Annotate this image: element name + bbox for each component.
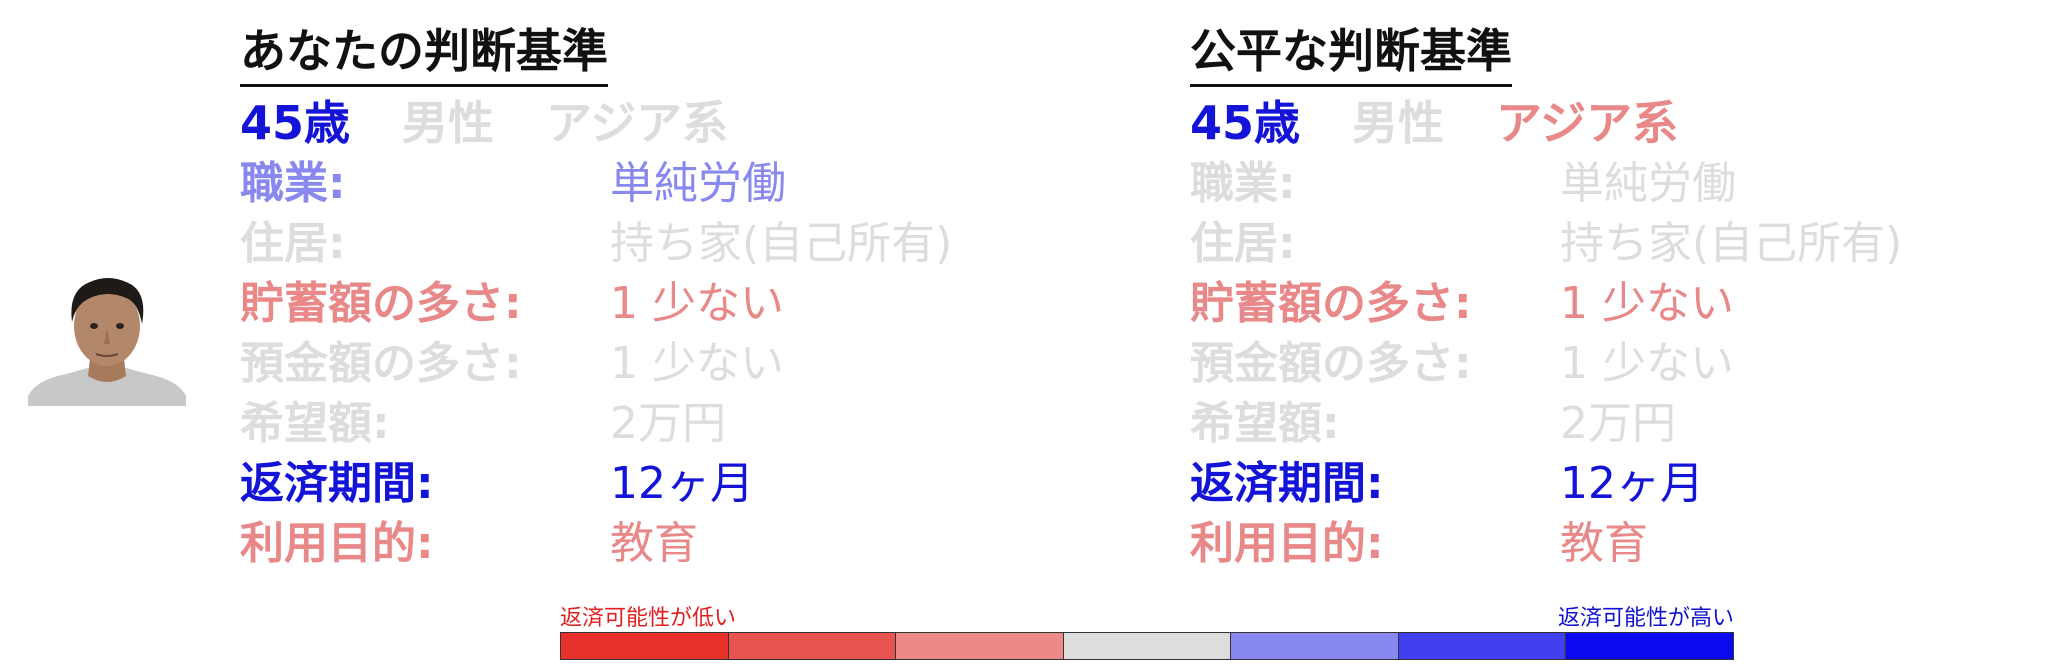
attribute-value: 12ヶ月 — [610, 458, 754, 509]
attribute-value: 単純労働 — [610, 158, 786, 209]
ethnicity-text: アジア系 — [546, 96, 729, 150]
scale-segment-5 — [1231, 633, 1399, 659]
fair-criteria-panel: 公平な判断基準 45歳 男性 アジア系 職業: 単純労働 住居: 持ち家(自己所… — [1190, 20, 1902, 569]
attribute-row-requested-amount: 希望額: 2万円 — [1190, 389, 1902, 449]
attribute-row-repayment-period: 返済期間: 12ヶ月 — [1190, 449, 1902, 509]
attribute-label: 利用目的: — [240, 518, 434, 569]
attribute-value: 持ち家(自己所有) — [1560, 218, 1903, 269]
attribute-row-savings: 貯蓄額の多さ: 1 少ない — [1190, 269, 1902, 329]
panel-title: 公平な判断基準 — [1190, 20, 1512, 87]
scale-high-label: 返済可能性が高い — [1557, 606, 1734, 631]
attribute-label: 利用目的: — [1190, 518, 1384, 569]
scale-segment-7 — [1566, 633, 1734, 659]
person-photo-icon — [28, 278, 186, 406]
attribute-row-repayment-period: 返済期間: 12ヶ月 — [240, 449, 952, 509]
attribute-value: 1 少ない — [1560, 338, 1734, 389]
panel-title: あなたの判断基準 — [240, 20, 608, 87]
age-text: 45歳 — [1190, 96, 1301, 150]
scale-segment-2 — [728, 633, 897, 659]
attribute-value: 単純労働 — [1560, 158, 1736, 209]
attribute-value: 2万円 — [1560, 398, 1676, 449]
attribute-value: 1 少ない — [610, 338, 784, 389]
attribute-row-savings: 貯蓄額の多さ: 1 少ない — [240, 269, 952, 329]
attribute-row-housing: 住居: 持ち家(自己所有) — [1190, 209, 1902, 269]
attribute-list: 職業: 単純労働 住居: 持ち家(自己所有) 貯蓄額の多さ: 1 少ない 預金額… — [240, 149, 952, 569]
attribute-value: 持ち家(自己所有) — [610, 218, 953, 269]
attribute-value: 教育 — [610, 518, 698, 569]
attribute-label: 希望額: — [1190, 398, 1340, 449]
attribute-value: 1 少ない — [610, 278, 784, 329]
attribute-label: 返済期間: — [240, 458, 434, 509]
repayment-likelihood-scale: 返済可能性が低い 返済可能性が高い — [560, 600, 1734, 660]
ethnicity-text: アジア系 — [1496, 96, 1679, 150]
attribute-row-housing: 住居: 持ち家(自己所有) — [240, 209, 952, 269]
attribute-label: 貯蓄額の多さ: — [1190, 278, 1472, 329]
attribute-row-purpose: 利用目的: 教育 — [1190, 509, 1902, 569]
scale-low-label: 返済可能性が低い — [560, 606, 737, 631]
attribute-value: 教育 — [1560, 518, 1648, 569]
scale-segment-3 — [896, 633, 1064, 659]
attribute-row-requested-amount: 希望額: 2万円 — [240, 389, 952, 449]
demographics-row: 45歳 男性 アジア系 — [1190, 91, 1902, 150]
attribute-label: 職業: — [1190, 158, 1296, 209]
attribute-label: 預金額の多さ: — [240, 338, 522, 389]
attribute-row-occupation: 職業: 単純労働 — [240, 149, 952, 209]
your-criteria-panel: あなたの判断基準 45歳 男性 アジア系 職業: 単純労働 住居: 持ち家(自己… — [240, 20, 952, 569]
attribute-row-purpose: 利用目的: 教育 — [240, 509, 952, 569]
attribute-label: 希望額: — [240, 398, 390, 449]
color-scale-bar — [560, 632, 1734, 660]
scale-segment-6 — [1398, 633, 1567, 659]
attribute-label: 職業: — [240, 158, 346, 209]
attribute-label: 返済期間: — [1190, 458, 1384, 509]
scale-segment-1 — [561, 633, 729, 659]
gender-text: 男性 — [1352, 96, 1445, 150]
attribute-row-deposits: 預金額の多さ: 1 少ない — [1190, 329, 1902, 389]
scale-segment-4 — [1063, 633, 1232, 659]
gender-text: 男性 — [402, 96, 495, 150]
attribute-value: 1 少ない — [1560, 278, 1734, 329]
attribute-row-deposits: 預金額の多さ: 1 少ない — [240, 329, 952, 389]
attribute-value: 12ヶ月 — [1560, 458, 1704, 509]
attribute-label: 住居: — [1190, 218, 1296, 269]
attribute-list: 職業: 単純労働 住居: 持ち家(自己所有) 貯蓄額の多さ: 1 少ない 預金額… — [1190, 149, 1902, 569]
attribute-label: 住居: — [240, 218, 346, 269]
attribute-row-occupation: 職業: 単純労働 — [1190, 149, 1902, 209]
demographics-row: 45歳 男性 アジア系 — [240, 91, 952, 150]
attribute-label: 預金額の多さ: — [1190, 338, 1472, 389]
age-text: 45歳 — [240, 96, 351, 150]
attribute-label: 貯蓄額の多さ: — [240, 278, 522, 329]
attribute-value: 2万円 — [610, 398, 726, 449]
